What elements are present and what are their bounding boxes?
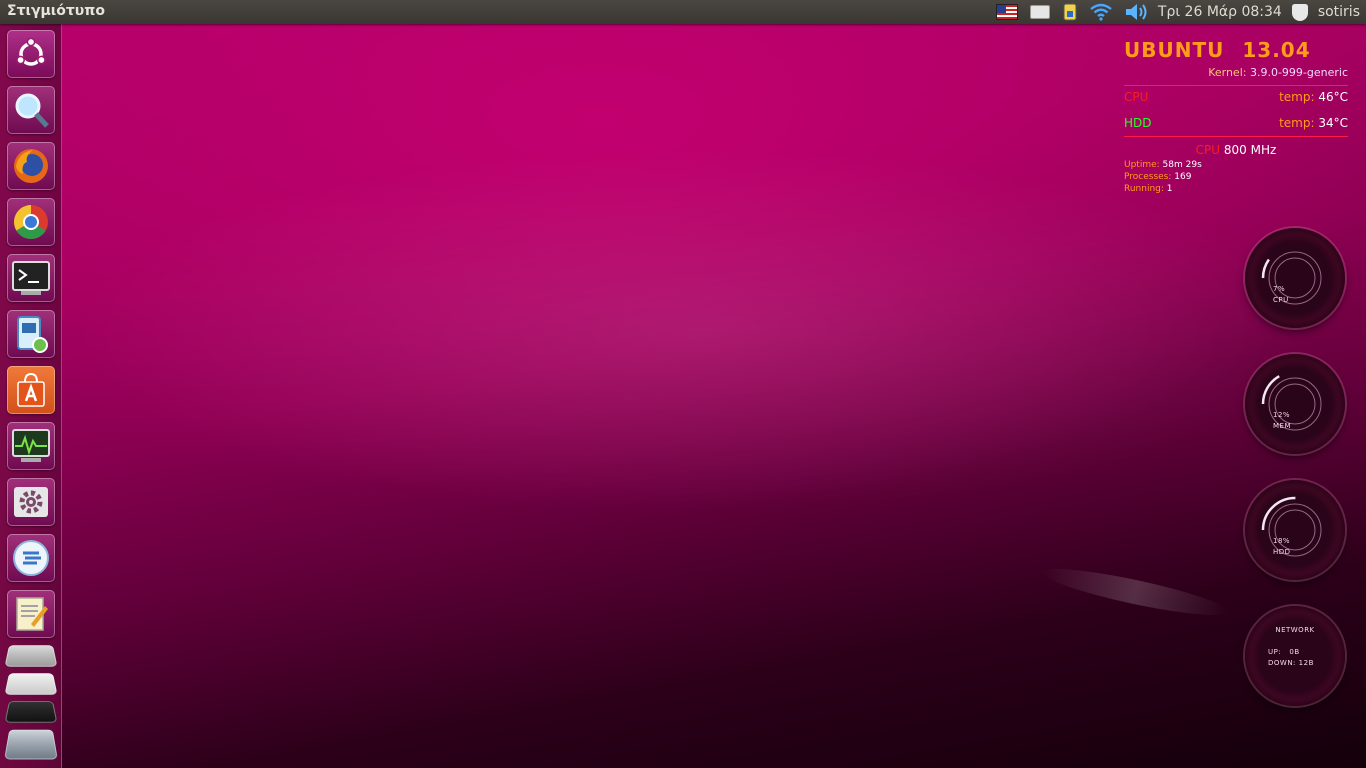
update-icon — [13, 540, 49, 576]
conky-panel: UBUNTU 13.04 Kernel: 3.9.0-999-generic C… — [1124, 38, 1348, 195]
launcher-settings-button[interactable] — [7, 478, 55, 526]
launcher-folded-item[interactable] — [4, 645, 58, 667]
screenshot-icon — [17, 316, 48, 353]
cpu-temp-row: CPU temp: 46°C — [1124, 90, 1348, 104]
keyboard-icon — [1029, 5, 1050, 19]
cpu-gauge-ring — [1261, 251, 1322, 305]
notepad-icon — [16, 597, 48, 631]
launcher-folded-item[interactable] — [4, 701, 58, 723]
wifi-indicator[interactable] — [1090, 0, 1112, 24]
kernel-line: Kernel: 3.9.0-999-generic — [1124, 66, 1348, 79]
mem-gauge-ring — [1261, 375, 1322, 431]
hdd-gauge-arc — [1261, 496, 1296, 531]
magnifier-icon — [15, 93, 49, 128]
network-gauge: NETWORK UP: 0B DOWN: 12B — [1245, 606, 1345, 706]
launcher-firefox-button[interactable] — [7, 142, 55, 190]
os-name: UBUNTU — [1124, 38, 1225, 62]
sound-indicator[interactable] — [1124, 0, 1148, 24]
network-down: DOWN: 12B — [1268, 659, 1314, 667]
top-panel: Στιγμιότυπο Τρι 26 Μάρ 08:34 sotiris — [0, 0, 1366, 24]
hdd-gauge-value: 18% — [1273, 537, 1291, 545]
launcher-dash-button[interactable] — [7, 30, 55, 78]
launcher-terminal-button[interactable] — [7, 254, 55, 302]
os-title: UBUNTU 13.04 — [1124, 38, 1348, 62]
launcher-screenshot-button[interactable] — [7, 310, 55, 358]
divider — [1124, 85, 1348, 86]
running-line: Running: 1 — [1124, 183, 1348, 195]
hdd-temp-row: HDD temp: 34°C — [1124, 116, 1348, 130]
cpu-gauge-value: 7% — [1273, 285, 1286, 293]
lock-shield-icon — [1063, 3, 1077, 21]
processes-line: Processes: 169 — [1124, 171, 1348, 183]
launcher-folded-item[interactable] — [4, 729, 58, 760]
cpu-gauge: 7% CPU — [1245, 228, 1345, 328]
shield-icon — [1291, 3, 1308, 21]
processes-value: 169 — [1174, 172, 1192, 182]
cpu-temp-label: temp: — [1279, 90, 1315, 104]
cpu-gauge-label: CPU — [1273, 296, 1289, 304]
network-title: NETWORK — [1275, 626, 1315, 634]
gear-icon — [14, 487, 48, 517]
launcher-system-monitor-button[interactable] — [7, 422, 55, 470]
processes-label: Processes: — [1124, 172, 1172, 182]
uptime-value: 58m 29s — [1162, 160, 1202, 170]
us-flag-icon — [995, 4, 1018, 20]
down-label: DOWN: — [1268, 659, 1296, 667]
hdd-temp-value: 34°C — [1318, 116, 1348, 130]
running-label: Running: — [1124, 184, 1164, 194]
keyboard-layout-indicator[interactable] — [995, 0, 1018, 24]
launcher-software-center-button[interactable] — [7, 366, 55, 414]
clock[interactable]: Τρι 26 Μάρ 08:34 — [1158, 0, 1282, 24]
mem-gauge-value: 12% — [1273, 411, 1291, 419]
speaker-icon — [1125, 4, 1147, 20]
hdd-temp-label: temp: — [1279, 116, 1315, 130]
monitor-graph-icon — [12, 429, 50, 462]
divider — [1124, 136, 1348, 137]
mem-gauge-arc — [1261, 375, 1280, 405]
launcher-text-editor-button[interactable] — [7, 590, 55, 638]
shopping-bag-icon — [17, 372, 45, 407]
uptime-label: Uptime: — [1124, 160, 1160, 170]
wifi-icon — [1090, 3, 1112, 21]
cpu-gauge-arc — [1261, 258, 1270, 279]
user-name[interactable]: sotiris — [1318, 4, 1360, 20]
mem-gauge: 12% MEM — [1245, 354, 1345, 454]
hdd-gauge-label: HDD — [1273, 548, 1291, 556]
ubuntu-logo-icon — [16, 37, 46, 66]
uptime-line: Uptime: 58m 29s — [1124, 159, 1348, 171]
terminal-icon — [12, 261, 50, 295]
os-version: 13.04 — [1242, 38, 1311, 62]
kernel-value: 3.9.0-999-generic — [1249, 66, 1348, 79]
launcher-update-manager-button[interactable] — [7, 534, 55, 582]
hdd-gauge: 18% HDD — [1245, 480, 1345, 580]
app-title[interactable]: Στιγμιότυπο — [7, 3, 105, 19]
down-value: 12B — [1298, 659, 1314, 667]
up-value: 0B — [1289, 648, 1300, 656]
security-indicator[interactable] — [1062, 0, 1078, 24]
hdd-gauge-ring — [1261, 496, 1322, 557]
hdd-label: HDD — [1124, 116, 1152, 130]
launcher-chrome-button[interactable] — [7, 198, 55, 246]
keyboard-indicator[interactable] — [1029, 0, 1050, 24]
wallpaper-feather — [1039, 560, 1231, 624]
firefox-icon — [14, 149, 48, 183]
kernel-label: Kernel: — [1208, 66, 1247, 79]
running-value: 1 — [1166, 184, 1173, 194]
launcher — [0, 24, 62, 768]
launcher-folded-item[interactable] — [4, 673, 58, 695]
network-up: UP: 0B — [1268, 648, 1300, 656]
mem-gauge-label: MEM — [1273, 422, 1292, 430]
cpu-frequency: CPU 800 MHz — [1124, 143, 1348, 157]
cpu-label: CPU — [1124, 90, 1149, 104]
up-label: UP: — [1268, 648, 1282, 656]
chrome-icon — [14, 205, 48, 239]
session-indicator[interactable] — [1291, 0, 1308, 24]
launcher-search-button[interactable] — [7, 86, 55, 134]
cpu-temp-value: 46°C — [1318, 90, 1348, 104]
freq-label: CPU — [1195, 143, 1221, 157]
indicator-area: Τρι 26 Μάρ 08:34 sotiris — [990, 0, 1366, 24]
freq-value: 800 MHz — [1223, 143, 1277, 157]
